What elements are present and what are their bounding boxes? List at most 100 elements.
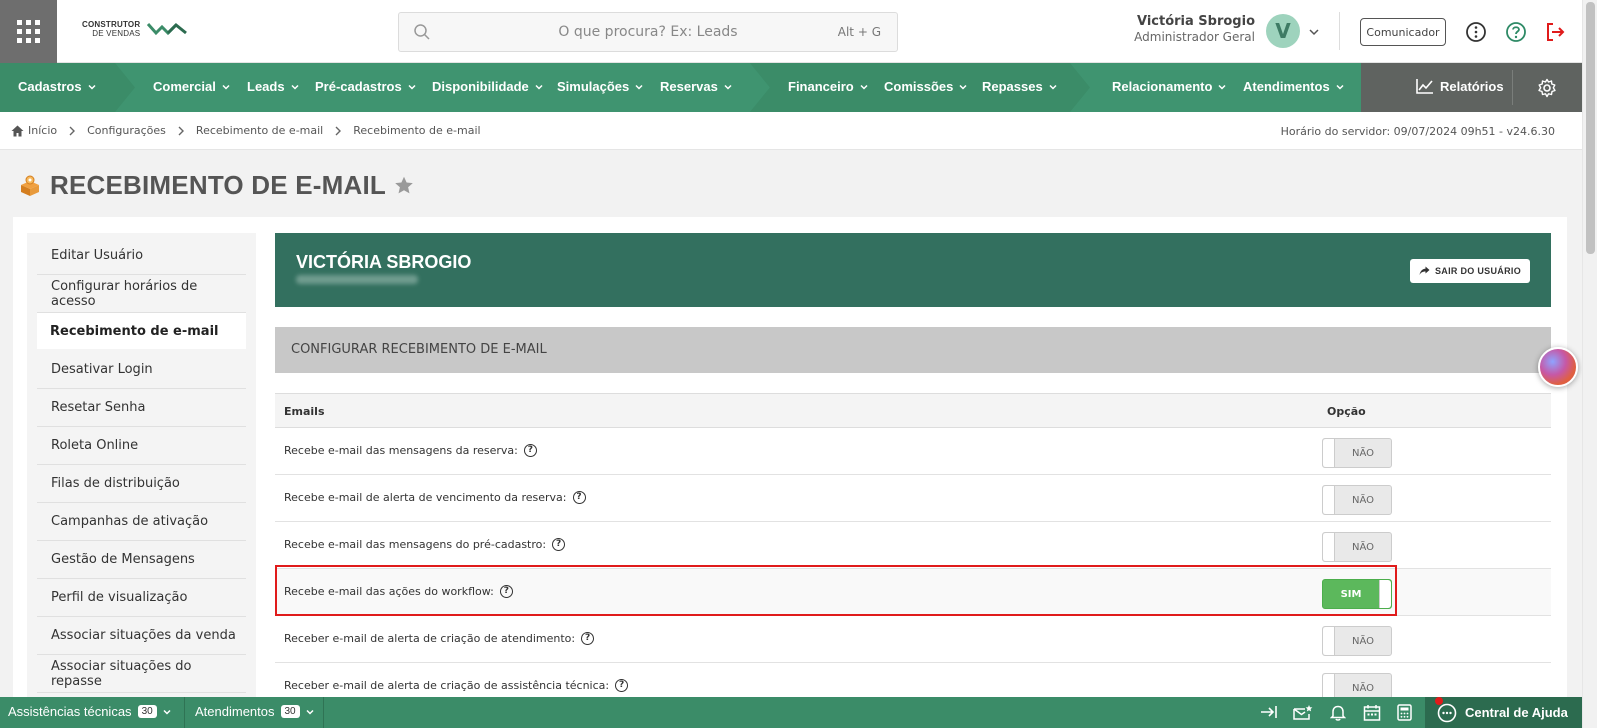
toggle-knob (1323, 533, 1335, 561)
chevron-down-icon (959, 84, 967, 90)
calendar-icon[interactable] (1363, 704, 1381, 721)
nav-comissoes[interactable]: Comissões (884, 79, 968, 94)
search-placeholder: O que procura? Ex: Leads (558, 24, 738, 40)
toggle-switch[interactable]: NÃO (1322, 485, 1392, 515)
logout-icon[interactable] (1544, 21, 1566, 43)
bell-icon[interactable] (1330, 704, 1346, 721)
row-label: Recebe e-mail das mensagens da reserva: (284, 444, 518, 457)
toggle-state-label: NÃO (1351, 542, 1375, 553)
help-icon[interactable]: ? (581, 632, 595, 645)
nav-relacionamento[interactable]: Relacionamento (1112, 79, 1227, 94)
chevron-down-icon (535, 84, 543, 90)
toggle-state-label: NÃO (1351, 683, 1375, 694)
count-badge: 30 (280, 705, 300, 718)
mail-star-icon[interactable] (1293, 704, 1313, 721)
assistant-bubble[interactable] (1538, 347, 1578, 387)
chevron-down-icon (1218, 84, 1226, 90)
logo-line2: DE VENDAS (92, 29, 141, 38)
sidebar-item-horarios-acesso[interactable]: Configurar horários de acesso (37, 275, 246, 313)
settings-box-icon (21, 175, 39, 196)
nav-relatorios[interactable]: Relatórios (1416, 78, 1504, 94)
help-icon[interactable]: ? (552, 538, 566, 551)
sidebar-item-gestao-mensagens[interactable]: Gestão de Mensagens (37, 541, 246, 579)
breadcrumb-configuracoes[interactable]: Configurações (87, 124, 166, 137)
column-header-emails: Emails (284, 405, 325, 418)
sidebar-item-perfil-visualizacao[interactable]: Perfil de visualização (37, 579, 246, 617)
column-header-opcao: Opção (1327, 405, 1366, 418)
sidebar-item-desativar-login[interactable]: Desativar Login (37, 351, 246, 389)
toggle-switch[interactable]: NÃO (1322, 532, 1392, 562)
company-logo[interactable]: CONSTRUTOR DE VENDAS (82, 20, 188, 38)
sidebar-item-campanhas-ativacao[interactable]: Campanhas de ativação (37, 503, 246, 541)
nav-repasses[interactable]: Repasses (982, 79, 1058, 94)
sidebar-item-roleta-online[interactable]: Roleta Online (37, 427, 246, 465)
bottom-atendimentos[interactable]: Atendimentos 30 (195, 704, 315, 719)
sidebar-item-recebimento-email[interactable]: Recebimento de e-mail (37, 313, 246, 349)
nav-pre-cadastros[interactable]: Pré-cadastros (315, 79, 417, 94)
comunicador-button[interactable]: Comunicador (1360, 18, 1446, 46)
bottom-divider (184, 697, 185, 728)
gear-icon[interactable] (1537, 78, 1557, 98)
toggle-switch[interactable]: NÃO (1322, 438, 1392, 468)
toggle-knob (1323, 486, 1335, 514)
toggle-knob (1323, 674, 1335, 697)
toggle-switch[interactable]: NÃO (1322, 626, 1392, 656)
row-label: Recebe e-mail de alerta de vencimento da… (284, 491, 567, 504)
chevron-down-icon[interactable] (1308, 26, 1320, 38)
calculator-icon[interactable] (1397, 704, 1412, 721)
nav-atendimentos[interactable]: Atendimentos (1243, 79, 1345, 94)
sidebar-item-situacoes-venda[interactable]: Associar situações da venda (37, 617, 246, 655)
bottom-assistencias[interactable]: Assistências técnicas 30 (8, 704, 172, 719)
logout-user-button[interactable]: SAIR DO USUÁRIO (1409, 259, 1530, 283)
page-scrollbar[interactable] (1582, 0, 1597, 728)
global-search[interactable]: O que procura? Ex: Leads Alt + G (398, 12, 898, 52)
user-info[interactable]: Victória Sbrogio Administrador Geral (1110, 14, 1255, 44)
home-icon[interactable] (11, 125, 24, 137)
help-icon[interactable]: ? (572, 491, 586, 504)
nav-disponibilidade[interactable]: Disponibilidade (432, 79, 544, 94)
nav-leads[interactable]: Leads (247, 79, 300, 94)
help-icon[interactable] (1505, 21, 1527, 43)
table-row: Receber e-mail de alerta de criação de a… (275, 663, 1551, 697)
chevron-down-icon (291, 84, 299, 90)
row-label: Recebe e-mail das mensagens do pré-cadas… (284, 538, 547, 551)
chevron-down-icon (88, 84, 96, 90)
star-icon[interactable] (394, 176, 414, 195)
nav-simulacoes[interactable]: Simulações (557, 79, 644, 94)
help-center-button[interactable]: Central de Ajuda (1425, 697, 1582, 728)
chevron-down-icon (408, 84, 416, 90)
apps-menu-button[interactable] (0, 0, 57, 63)
breadcrumb-home[interactable]: Início (28, 124, 57, 137)
banner-user-name: VICTÓRIA SBROGIO (296, 252, 472, 272)
sidebar-item-resetar-senha[interactable]: Resetar Senha (37, 389, 246, 427)
info-icon[interactable] (1465, 21, 1487, 43)
notification-dot (1435, 697, 1443, 705)
chevron-down-icon (222, 84, 230, 90)
sidebar-item-editar-usuario[interactable]: Editar Usuário (37, 237, 246, 275)
nav-comercial[interactable]: Comercial (153, 79, 231, 94)
nav-cadastros[interactable]: Cadastros (18, 79, 97, 94)
toggle-state-label: NÃO (1351, 636, 1375, 647)
user-role: Administrador Geral (1134, 30, 1255, 44)
sidebar-item-filas-distribuicao[interactable]: Filas de distribuição (37, 465, 246, 503)
nav-reservas[interactable]: Reservas (660, 79, 733, 94)
chevron-down-icon (635, 84, 643, 90)
logo-mark-icon (147, 22, 188, 36)
chevron-down-icon (1049, 84, 1057, 90)
help-icon[interactable]: ? (499, 585, 513, 598)
bottom-bar: Assistências técnicas 30 Atendimentos 30 (0, 697, 1582, 728)
sidebar-item-situacoes-repasse[interactable]: Associar situações do repasse (37, 655, 246, 693)
breadcrumb-recebimento[interactable]: Recebimento de e-mail (196, 124, 323, 137)
bottom-divider (323, 697, 324, 728)
toggle-switch[interactable]: NÃO (1322, 673, 1392, 697)
banner-user-email-redacted (296, 275, 418, 284)
help-icon[interactable]: ? (615, 679, 629, 692)
table-row: Receber e-mail de alerta de criação de a… (275, 616, 1551, 663)
arrow-to-right-icon[interactable] (1260, 704, 1278, 720)
row-label: Receber e-mail de alerta de criação de a… (284, 632, 576, 645)
avatar[interactable]: V (1266, 14, 1300, 48)
help-icon[interactable]: ? (523, 444, 537, 457)
toggle-switch[interactable]: SIM (1322, 579, 1392, 609)
scrollbar-thumb[interactable] (1586, 2, 1595, 254)
nav-financeiro[interactable]: Financeiro (788, 79, 869, 94)
